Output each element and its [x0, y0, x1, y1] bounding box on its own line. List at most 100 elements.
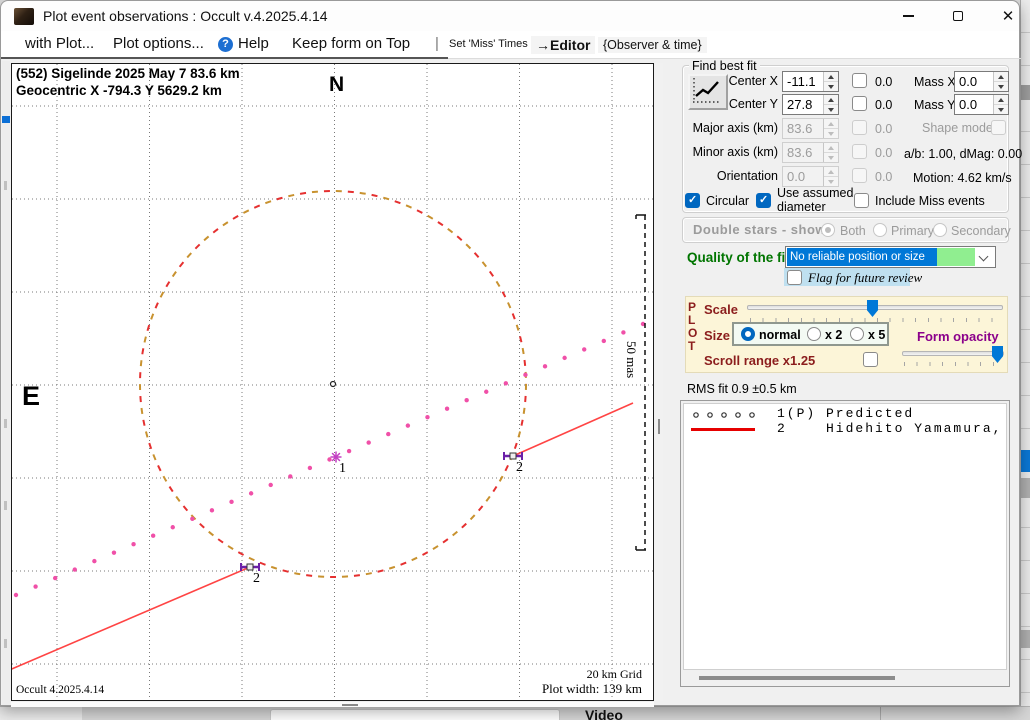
double-stars-both-label: Both: [840, 224, 866, 238]
predicted-path-dot: [249, 491, 253, 495]
center-y-input[interactable]: 27.8: [782, 94, 839, 115]
window-title: Plot event observations : Occult v.4.202…: [43, 8, 328, 24]
grid-scale-note: 20 km Grid: [587, 667, 642, 681]
use-assumed-diameter-checkbox[interactable]: [756, 193, 771, 208]
double-stars-label: Double stars - show: [693, 222, 826, 237]
plot-title-line2: Geocentric X -794.3 Y 5629.2 km: [16, 83, 222, 98]
flag-review-label: Flag for future review: [808, 270, 922, 286]
predicted-path-dot: [210, 508, 214, 512]
opacity-slider-track[interactable]: [902, 351, 1004, 356]
center-x-down-button[interactable]: [824, 82, 838, 91]
predicted-path-dot: [425, 415, 429, 419]
minor-axis-up-button: [824, 143, 838, 153]
predicted-path-dot: [73, 567, 77, 571]
center-y-up-button[interactable]: [824, 95, 838, 105]
observed-chord: [12, 567, 250, 674]
mass-y-down-button[interactable]: [994, 105, 1008, 114]
legend-horizontal-scrollbar[interactable]: [683, 671, 1007, 685]
size-normal-radio[interactable]: [741, 327, 755, 341]
use-assumed-diameter-label: Use assumed diameter: [777, 187, 857, 215]
menu-plot-options[interactable]: Plot options...: [113, 35, 204, 52]
plot-vertical-scrollbar[interactable]: [655, 63, 663, 701]
motion-label: Motion: 4.62 km/s: [913, 171, 1012, 185]
predicted-path-dot: [582, 347, 586, 351]
menubar: with Plot... Plot options... ? Help Keep…: [1, 31, 1019, 58]
plot-svg: 122(552) Sigelinde 2025 May 7 83.6 kmGeo…: [12, 64, 653, 700]
menu-set-miss-times[interactable]: Set 'Miss' Times: [449, 38, 528, 50]
center-x-fix-checkbox[interactable]: [852, 73, 867, 88]
observed-chord: [513, 403, 633, 456]
find-best-fit-label: Find best fit: [689, 59, 760, 73]
dock-tab-mark: [4, 419, 7, 428]
quality-of-fit-label: Quality of the fit: [687, 250, 790, 265]
legend-listbox[interactable]: 1(P) Predicted 2 Hidehito Yamamura, near: [680, 400, 1010, 687]
menu-observer-time[interactable]: {Observer & time}: [598, 37, 707, 53]
menu-editor[interactable]: →Editor: [531, 36, 595, 54]
close-button[interactable]: ✕: [985, 1, 1030, 31]
size-x5-label: x 5: [868, 328, 885, 342]
center-y-fix-checkbox[interactable]: [852, 96, 867, 111]
size-x5-radio[interactable]: [850, 327, 864, 341]
mass-x-value: 0.0: [959, 74, 991, 89]
include-miss-events-label: Include Miss events: [875, 194, 985, 208]
center-x-up-button[interactable]: [824, 72, 838, 82]
include-miss-events-checkbox[interactable]: [854, 193, 869, 208]
plot-canvas[interactable]: 122(552) Sigelinde 2025 May 7 83.6 kmGeo…: [11, 63, 654, 701]
circular-checkbox[interactable]: [685, 193, 700, 208]
background-selected-cell: [1021, 450, 1030, 472]
horizontal-scrollbar-thumb[interactable]: [342, 704, 358, 706]
double-stars-secondary-radio: [933, 223, 947, 237]
predicted-path-dot: [288, 474, 292, 478]
center-x-fixed-value: 0.0: [875, 75, 892, 89]
menu-keep-on-top[interactable]: Keep form on Top: [292, 35, 410, 52]
background-window-right: [1020, 0, 1030, 720]
background-video-label: Video: [585, 707, 675, 720]
background-panel: [0, 707, 82, 720]
window-titlebar[interactable]: Plot event observations : Occult v.4.202…: [1, 1, 1019, 31]
mass-y-input[interactable]: 0.0: [954, 94, 1009, 115]
mass-x-input[interactable]: 0.0: [954, 71, 1009, 92]
quality-dropdown[interactable]: No reliable position or size: [785, 246, 996, 268]
menu-help[interactable]: Help: [238, 35, 269, 52]
mass-y-up-button[interactable]: [994, 95, 1008, 105]
plot-title-line1: (552) Sigelinde 2025 May 7 83.6 km: [16, 66, 240, 81]
predicted-path-dot: [464, 398, 468, 402]
plot-horizontal-scrollbar[interactable]: [11, 702, 654, 707]
minimize-button[interactable]: [885, 1, 931, 31]
flag-review-checkbox[interactable]: [787, 270, 802, 285]
mass-x-down-button[interactable]: [994, 82, 1008, 91]
center-y-down-button[interactable]: [824, 105, 838, 114]
vertical-scrollbar-thumb[interactable]: [658, 419, 660, 434]
double-stars-primary-radio: [873, 223, 887, 237]
quality-dropdown-button[interactable]: [975, 248, 994, 266]
plot-width-note: Plot width: 139 km: [542, 681, 642, 696]
menu-underline: [1, 57, 448, 59]
predicted-path-dot: [484, 390, 488, 394]
predicted-path-dot: [131, 542, 135, 546]
dock-tab-mark: [4, 501, 7, 510]
predicted-path-dot: [347, 449, 351, 453]
mass-x-up-button[interactable]: [994, 72, 1008, 82]
quality-field-fill: [937, 248, 975, 266]
minimize-icon: [903, 15, 914, 17]
menu-with-plot[interactable]: with Plot...: [25, 35, 94, 52]
major-axis-down-button: [824, 129, 838, 138]
size-x2-radio[interactable]: [807, 327, 821, 341]
scroll-range-checkbox[interactable]: [863, 352, 878, 367]
legend-scrollbar-thumb[interactable]: [699, 676, 895, 680]
background-window-bottom: Video: [0, 706, 1030, 720]
orientation-fix-checkbox: [852, 168, 867, 183]
help-icon: ?: [218, 37, 233, 52]
background-cell: [1021, 630, 1030, 648]
double-stars-primary-label: Primary: [891, 224, 934, 238]
major-axis-fix-checkbox: [852, 120, 867, 135]
left-dock-strip[interactable]: [2, 61, 10, 705]
predicted-path-dot: [543, 364, 547, 368]
size-x2-label: x 2: [825, 328, 842, 342]
background-cell: [1021, 85, 1030, 100]
plot-credit: Occult 4.2025.4.14: [16, 684, 104, 696]
center-x-input[interactable]: -11.1: [782, 71, 839, 92]
maximize-button[interactable]: [935, 1, 981, 31]
orientation-label: Orientation: [681, 169, 778, 183]
predicted-path-dot: [366, 440, 370, 444]
